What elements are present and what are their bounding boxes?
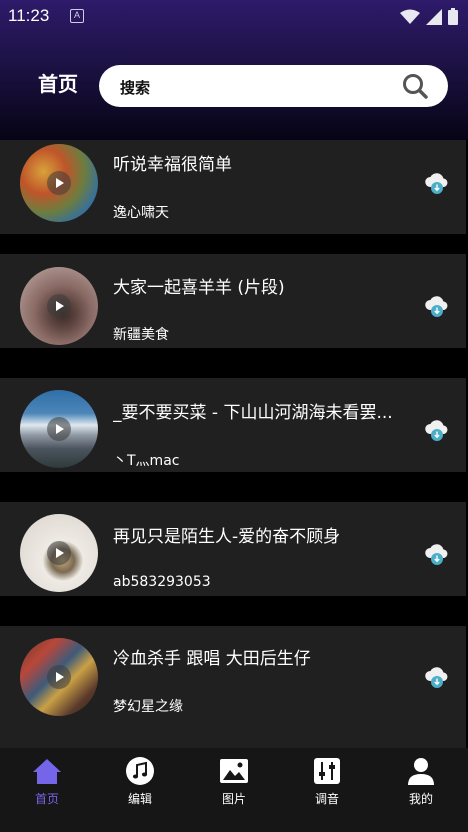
tab-label: 编辑 xyxy=(127,792,152,806)
tab-home[interactable]: 首页 xyxy=(17,756,77,807)
play-icon[interactable] xyxy=(47,171,71,195)
user-icon xyxy=(408,758,434,785)
page-title: 首页 xyxy=(38,72,78,96)
cloud-download-icon[interactable] xyxy=(424,416,450,442)
search-icon[interactable] xyxy=(402,73,428,99)
list-item[interactable]: 再见只是陌生人-爱的奋不顾身 ab583293053 xyxy=(0,502,466,596)
list-item[interactable]: 大家一起喜羊羊 (片段) 新疆美食 xyxy=(0,254,466,348)
cloud-download-icon[interactable] xyxy=(424,169,450,195)
album-art xyxy=(20,267,98,345)
album-art xyxy=(20,514,98,592)
tab-label: 图片 xyxy=(221,792,246,806)
image-icon xyxy=(220,759,248,783)
song-title: 听说幸福很简单 xyxy=(113,155,232,175)
signal-icon xyxy=(426,8,442,25)
song-title: _要不要买菜 - 下山山河湖海未看罢... xyxy=(113,403,393,423)
search-input[interactable]: 搜索 xyxy=(99,65,448,107)
tab-profile[interactable]: 我的 xyxy=(391,756,451,807)
song-title: 冷血杀手 跟唱 大田后生仔 xyxy=(113,649,311,669)
cloud-download-icon[interactable] xyxy=(424,663,450,689)
song-artist: 逸心啸天 xyxy=(113,205,169,221)
play-icon[interactable] xyxy=(47,541,71,565)
song-artist: 梦幻星之缘 xyxy=(113,699,183,715)
tab-label: 我的 xyxy=(408,792,433,806)
cloud-download-icon[interactable] xyxy=(424,292,450,318)
list-item[interactable]: 冷血杀手 跟唱 大田后生仔 梦幻星之缘 xyxy=(0,626,466,748)
tab-label: 调音 xyxy=(314,792,339,806)
list-item[interactable]: _要不要买菜 - 下山山河湖海未看罢... 丶T灬mac xyxy=(0,378,466,472)
bottom-tab-bar: 首页 编辑 图片 调音 我的 xyxy=(0,748,468,832)
play-icon[interactable] xyxy=(47,665,71,689)
search-placeholder: 搜索 xyxy=(120,79,151,97)
status-time: 11:23 xyxy=(8,6,50,25)
cloud-download-icon[interactable] xyxy=(424,540,450,566)
tab-images[interactable]: 图片 xyxy=(204,756,264,807)
status-icons xyxy=(400,8,458,25)
play-icon[interactable] xyxy=(47,294,71,318)
song-artist: ab583293053 xyxy=(113,574,211,590)
wifi-icon xyxy=(400,9,420,24)
song-artist: 新疆美食 xyxy=(113,327,169,343)
song-title: 大家一起喜羊羊 (片段) xyxy=(113,278,285,298)
album-art xyxy=(20,144,98,222)
song-artist: 丶T灬mac xyxy=(113,453,180,469)
play-icon[interactable] xyxy=(47,417,71,441)
tab-tuning[interactable]: 调音 xyxy=(297,756,357,807)
header: 11:23 A 首页 搜索 xyxy=(0,0,468,140)
music-note-icon xyxy=(126,757,154,785)
tab-edit[interactable]: 编辑 xyxy=(110,756,170,807)
album-art xyxy=(20,390,98,468)
list-item[interactable]: 听说幸福很简单 逸心啸天 xyxy=(0,140,466,234)
album-art xyxy=(20,638,98,716)
notification-icon: A xyxy=(70,9,84,23)
song-title: 再见只是陌生人-爱的奋不顾身 xyxy=(113,527,341,547)
home-icon xyxy=(33,759,61,784)
status-bar: 11:23 A xyxy=(0,0,468,34)
tab-label: 首页 xyxy=(34,792,59,806)
equalizer-icon xyxy=(314,758,340,784)
battery-icon xyxy=(448,8,458,25)
